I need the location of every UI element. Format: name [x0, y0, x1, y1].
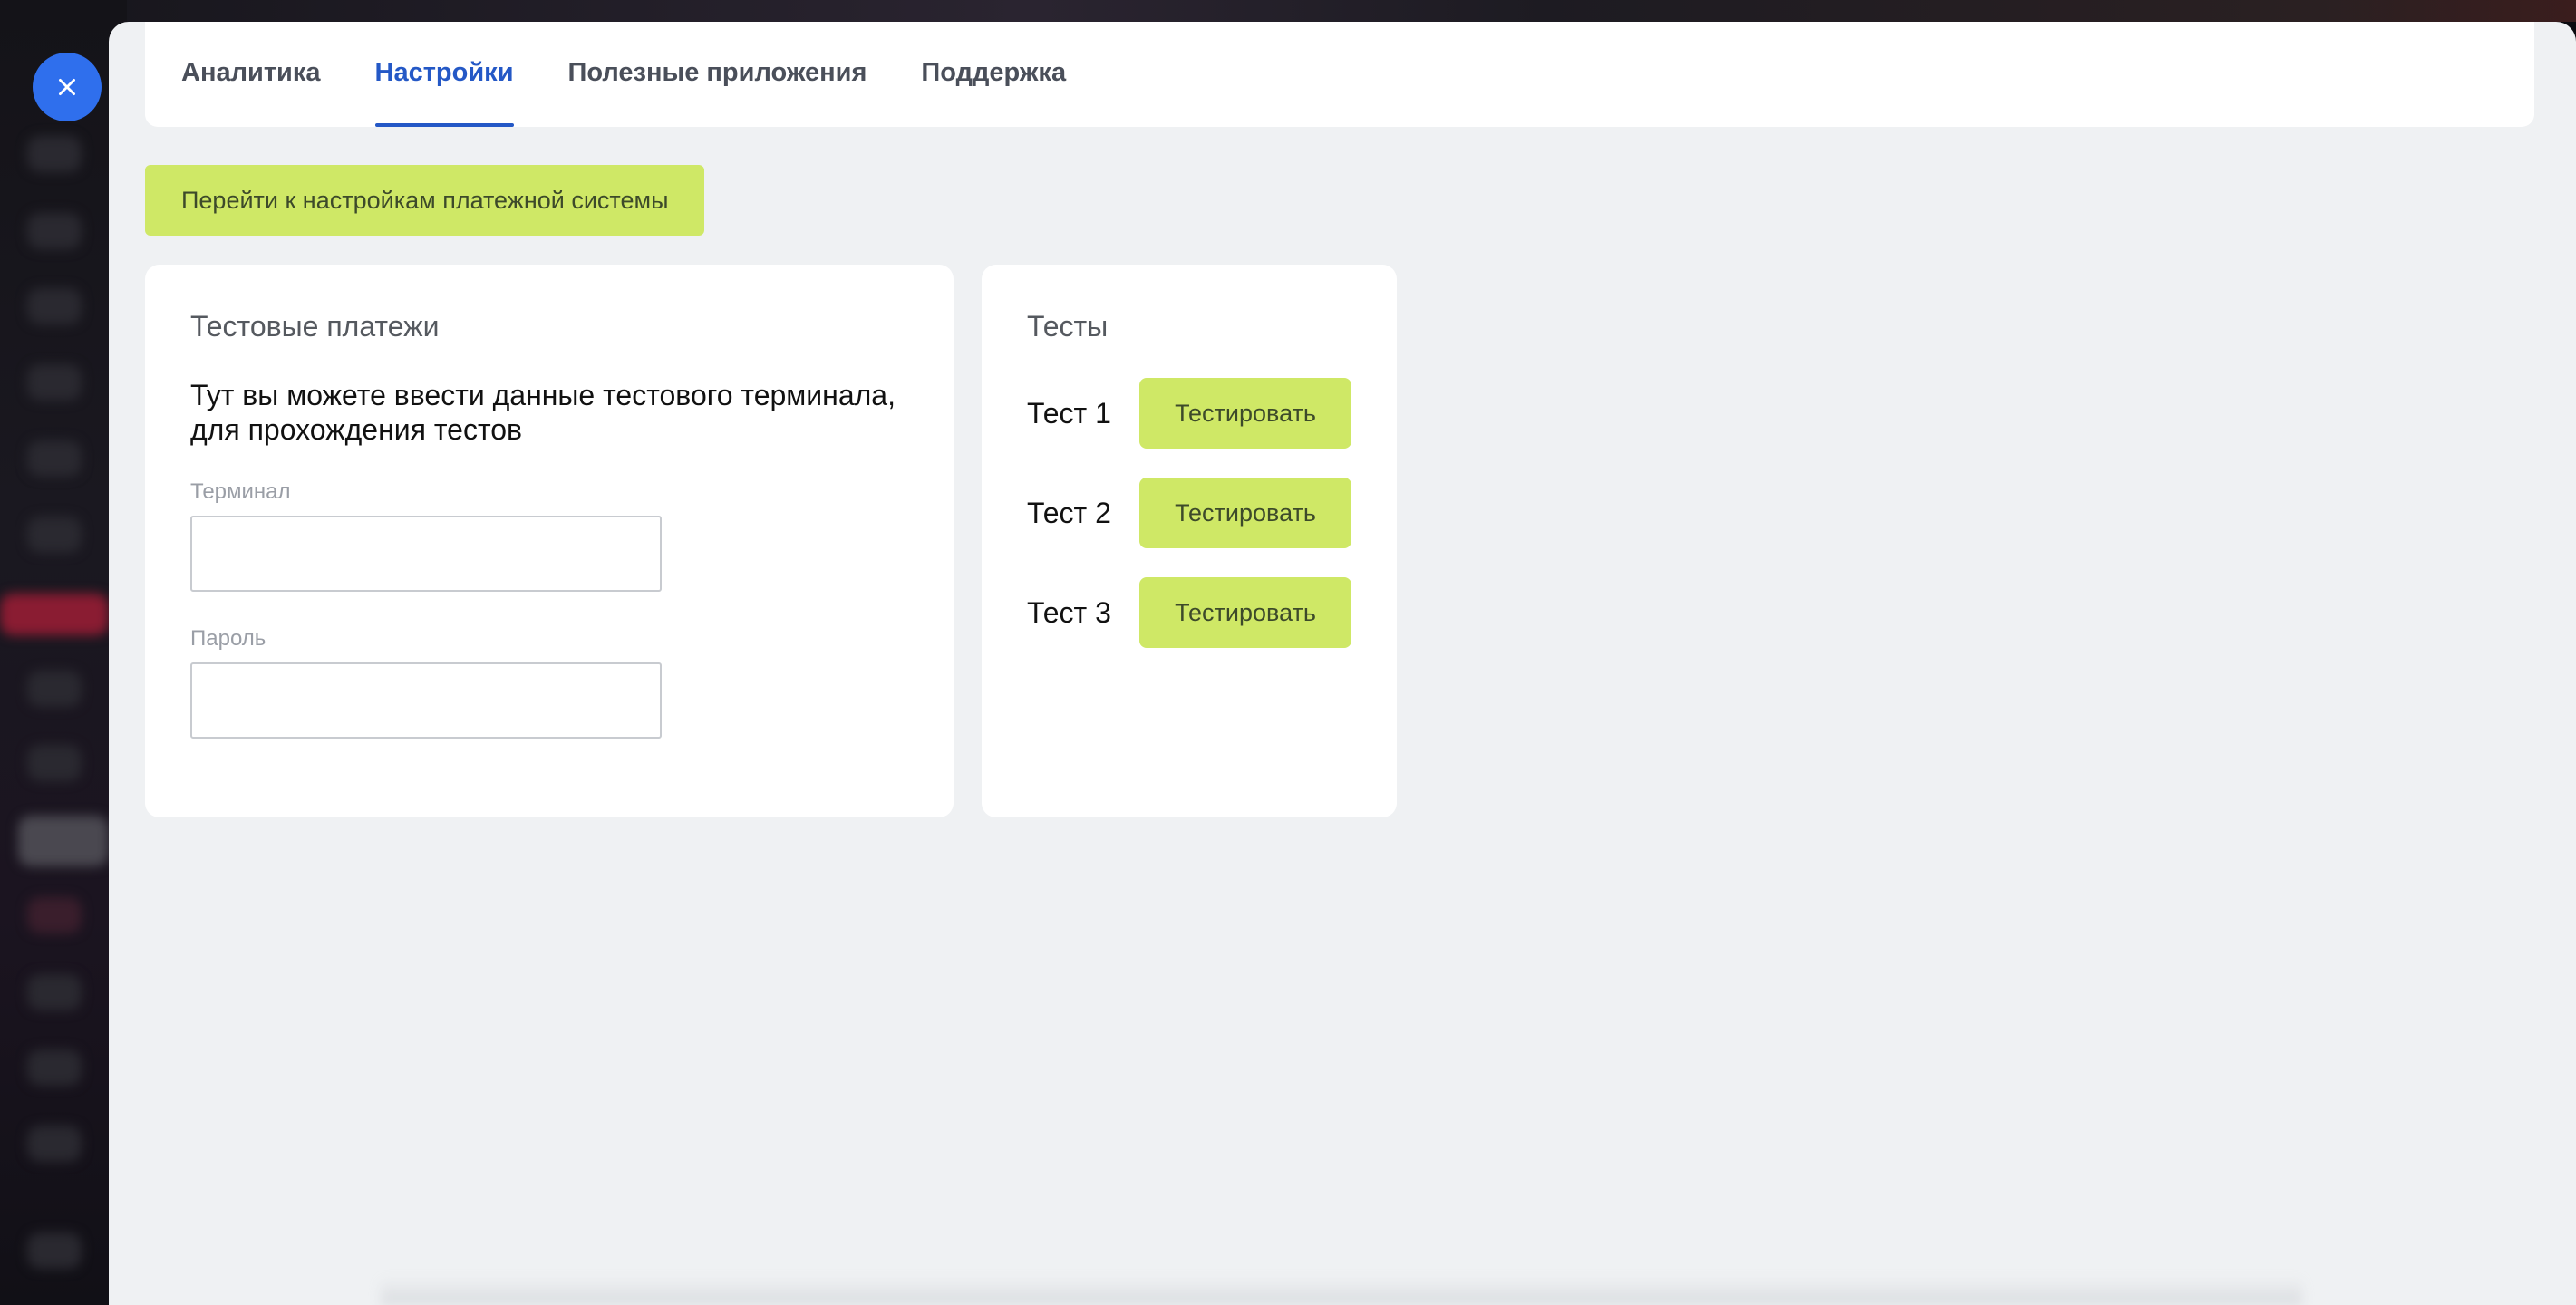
test-label: Тест 3: [1027, 595, 1111, 629]
background-menu-item: [18, 816, 109, 866]
background-menu-item: [27, 1126, 82, 1162]
test-row-3: Тест 3 Тестировать: [1027, 577, 1351, 648]
background-menu-item-active: [0, 594, 109, 635]
tab-settings[interactable]: Настройки: [374, 22, 514, 127]
tab-bar: Аналитика Настройки Полезные приложения …: [145, 22, 2534, 127]
background-menu-item: [27, 974, 82, 1010]
test-1-button[interactable]: Тестировать: [1139, 378, 1351, 449]
test-row-1: Тест 1 Тестировать: [1027, 378, 1351, 449]
close-icon: [59, 79, 75, 95]
tests-card: Тесты Тест 1 Тестировать Тест 2 Тестиров…: [982, 265, 1397, 817]
background-menu-item: [27, 288, 82, 324]
test-label: Тест 1: [1027, 396, 1111, 430]
background-menu-item: [27, 440, 82, 477]
background-topbar: [0, 0, 2576, 22]
background-menu-item: [27, 897, 82, 933]
test-2-button[interactable]: Тестировать: [1139, 478, 1351, 548]
background-menu-item: [27, 745, 82, 781]
test-payments-title: Тестовые платежи: [190, 310, 440, 343]
terminal-input[interactable]: [190, 516, 662, 592]
password-input[interactable]: [190, 662, 662, 739]
background-sidebar: [0, 0, 127, 1305]
background-menu-item: [27, 364, 82, 401]
background-menu-item: [27, 1232, 82, 1269]
test-row-2: Тест 2 Тестировать: [1027, 478, 1351, 548]
test-label: Тест 2: [1027, 496, 1111, 529]
background-menu-item: [27, 517, 82, 553]
background-menu-item: [27, 213, 82, 249]
close-button[interactable]: [33, 53, 102, 121]
test-3-button[interactable]: Тестировать: [1139, 577, 1351, 648]
tab-support[interactable]: Поддержка: [921, 22, 1066, 127]
tab-useful-apps[interactable]: Полезные приложения: [568, 22, 867, 127]
test-payments-description: Тут вы можете ввести данные тестового те…: [190, 379, 896, 446]
password-field-group: Пароль: [190, 626, 908, 739]
bottom-shadow: [381, 1278, 2302, 1305]
terminal-field-group: Терминал: [190, 479, 908, 592]
tab-analytics[interactable]: Аналитика: [181, 22, 321, 127]
settings-panel: Аналитика Настройки Полезные приложения …: [109, 22, 2576, 1305]
background-menu-item: [27, 671, 82, 707]
background-menu-item: [27, 1049, 82, 1086]
payment-settings-button[interactable]: Перейти к настройкам платежной системы: [145, 165, 705, 236]
test-payments-card: Тестовые платежи Тут вы можете ввести да…: [145, 265, 954, 817]
password-label: Пароль: [190, 626, 266, 651]
background-menu-item: [27, 136, 82, 172]
terminal-label: Терминал: [190, 479, 291, 504]
tests-title: Тесты: [1027, 310, 1109, 343]
